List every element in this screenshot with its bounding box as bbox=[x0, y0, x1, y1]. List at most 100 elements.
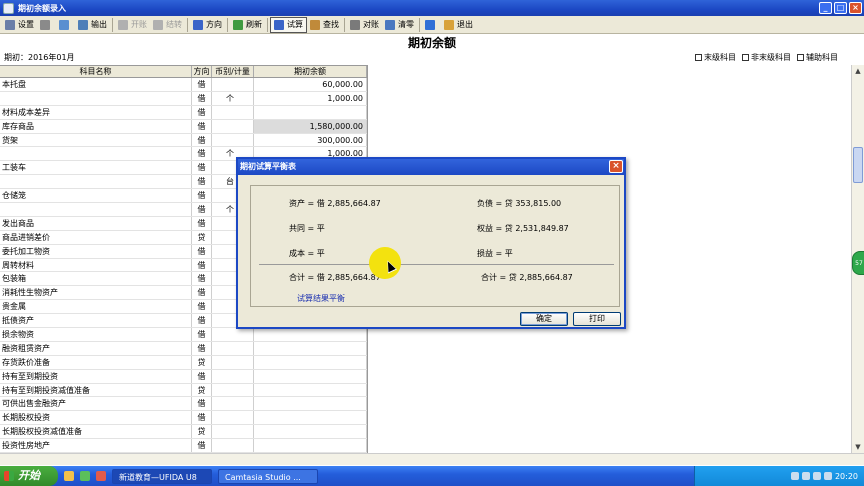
scroll-down-icon[interactable]: ▼ bbox=[852, 441, 864, 453]
cell-opening-balance[interactable] bbox=[254, 105, 367, 119]
table-row[interactable]: 货架借 300,000.00 bbox=[0, 133, 367, 148]
table-row[interactable]: 持有至到期投资借 bbox=[0, 369, 367, 384]
table-row[interactable]: 持有至到期投资减值准备贷 bbox=[0, 383, 367, 398]
table-row[interactable]: 长期股权投资减值准备贷 bbox=[0, 425, 367, 440]
settings-icon bbox=[5, 19, 15, 30]
cell-opening-balance[interactable] bbox=[254, 411, 367, 425]
header-subject-name[interactable]: 科目名称 bbox=[0, 66, 192, 77]
cell-subject-name: 消耗性生物资产 bbox=[0, 286, 192, 300]
toolbar-direction-button[interactable]: 方向 bbox=[190, 17, 225, 33]
header-opening-balance[interactable]: 期初余额 bbox=[254, 66, 367, 77]
toolbar-open-button[interactable]: 开账 bbox=[115, 17, 150, 33]
table-row[interactable]: 投资性房地产借 bbox=[0, 439, 367, 453]
assets-value: 资产 = 借 2,885,664.87 bbox=[289, 199, 381, 208]
cell-opening-balance[interactable] bbox=[254, 328, 367, 341]
toolbar-close-button[interactable]: 结转 bbox=[150, 17, 185, 33]
toolbar-refresh-button[interactable]: 刷新 bbox=[230, 17, 265, 33]
equity-value: 权益 = 贷 2,531,849.87 bbox=[477, 224, 569, 233]
total-right-value: 合计 = 贷 2,885,664.87 bbox=[481, 273, 573, 282]
cell-direction: 借 bbox=[192, 91, 212, 105]
table-row[interactable]: 借个 1,000.00 bbox=[0, 91, 367, 106]
trial-icon bbox=[274, 19, 284, 30]
cell-opening-balance[interactable] bbox=[254, 355, 367, 369]
toolbar-output-button[interactable]: 输出 bbox=[75, 17, 110, 33]
table-row[interactable]: 本托盘借 60,000.00 bbox=[0, 78, 367, 92]
ok-button[interactable]: 确定 bbox=[520, 312, 568, 326]
cell-opening-balance[interactable]: 1,000.00 bbox=[254, 91, 367, 105]
clear-icon bbox=[385, 19, 395, 30]
toolbar-trial-button[interactable]: 试算 bbox=[270, 16, 307, 33]
header-direction[interactable]: 方向 bbox=[192, 66, 212, 77]
filter-label: 非末级科目 bbox=[751, 53, 791, 62]
checkbox-icon[interactable] bbox=[742, 54, 749, 61]
filter-nonleaf-subject[interactable]: 非末级科目 bbox=[742, 52, 791, 63]
horizontal-scrollbar[interactable] bbox=[0, 453, 864, 465]
preview-icon bbox=[59, 19, 69, 30]
cell-direction: 贷 bbox=[192, 355, 212, 369]
cell-direction: 借 bbox=[192, 203, 212, 216]
filter-auxiliary-subject[interactable]: 辅助科目 bbox=[797, 52, 838, 63]
common-value: 共同 = 平 bbox=[289, 224, 325, 233]
filter-leaf-subject[interactable]: 末级科目 bbox=[695, 52, 736, 63]
quicklaunch-folder-icon[interactable] bbox=[64, 471, 74, 481]
table-row[interactable]: 长期股权投资借 bbox=[0, 411, 367, 426]
table-row[interactable]: 材料成本差异借 bbox=[0, 105, 367, 120]
cell-opening-balance[interactable] bbox=[254, 439, 367, 453]
trial-balance-dialog: 期初试算平衡表 × 资产 = 借 2,885,664.87 负债 = 贷 353… bbox=[236, 157, 626, 329]
period-label: 期初：2016年01月 bbox=[4, 53, 75, 62]
cell-unit bbox=[212, 439, 254, 453]
table-row[interactable]: 损余物资借 bbox=[0, 328, 367, 342]
cell-unit bbox=[212, 341, 254, 355]
quicklaunch-browser-icon[interactable] bbox=[80, 471, 90, 481]
cell-opening-balance[interactable] bbox=[254, 341, 367, 355]
table-row[interactable]: 存货跌价准备贷 bbox=[0, 355, 367, 370]
task-ufida[interactable]: 新道教育—UFIDA U8 bbox=[112, 468, 212, 484]
cell-opening-balance[interactable] bbox=[254, 383, 367, 397]
toolbar-reconcile-button[interactable]: 对账 bbox=[347, 17, 382, 33]
cell-opening-balance[interactable]: 300,000.00 bbox=[254, 133, 367, 147]
toolbar-help-button[interactable] bbox=[422, 17, 441, 33]
close-icon[interactable]: × bbox=[849, 2, 862, 14]
start-label: 开始 bbox=[18, 469, 40, 482]
toolbar-clear-button[interactable]: 清零 bbox=[382, 17, 417, 33]
refresh-icon bbox=[233, 19, 243, 30]
toolbar-exit-button[interactable]: 退出 bbox=[441, 17, 476, 33]
cell-opening-balance[interactable]: 60,000.00 bbox=[254, 78, 367, 91]
table-row[interactable]: 融资租赁资产借 bbox=[0, 341, 367, 356]
minimize-icon[interactable]: _ bbox=[819, 2, 832, 14]
page-title: 期初余额 bbox=[407, 36, 456, 50]
cell-opening-balance[interactable] bbox=[254, 369, 367, 383]
checkbox-icon[interactable] bbox=[797, 54, 804, 61]
cell-opening-balance[interactable] bbox=[254, 397, 367, 411]
toolbar-print-button[interactable] bbox=[37, 17, 56, 33]
tray-network-icon[interactable] bbox=[790, 472, 799, 480]
task-camtasia[interactable]: Camtasia Studio ... bbox=[218, 468, 318, 484]
cell-direction: 贷 bbox=[192, 383, 212, 397]
dialog-close-icon[interactable]: × bbox=[609, 160, 623, 173]
cell-unit bbox=[212, 133, 254, 147]
scroll-up-icon[interactable]: ▲ bbox=[852, 65, 864, 77]
toolbar-settings-button[interactable]: 设置 bbox=[2, 17, 37, 33]
maximize-icon[interactable]: □ bbox=[834, 2, 847, 14]
start-button[interactable]: 开始 bbox=[0, 466, 58, 486]
toolbar-find-button[interactable]: 查找 bbox=[307, 17, 342, 33]
divider bbox=[259, 264, 614, 265]
quicklaunch-app-icon[interactable] bbox=[96, 471, 106, 481]
cell-opening-balance[interactable] bbox=[254, 425, 367, 439]
tray-ime-icon[interactable] bbox=[823, 472, 832, 480]
cell-direction: 借 bbox=[192, 328, 212, 341]
scroll-thumb[interactable] bbox=[853, 147, 863, 183]
tray-security-icon[interactable] bbox=[812, 472, 821, 480]
toolbar-preview-button[interactable] bbox=[56, 17, 75, 33]
toolbar-label: 开账 bbox=[131, 20, 147, 29]
tray-volume-icon[interactable] bbox=[801, 472, 810, 480]
checkbox-icon[interactable] bbox=[695, 54, 702, 61]
cell-subject-name: 持有至到期投资 bbox=[0, 369, 192, 383]
cell-opening-balance[interactable]: 1,580,000.00 bbox=[254, 119, 367, 133]
cell-subject-name: 损余物资 bbox=[0, 328, 192, 341]
print-button[interactable]: 打印 bbox=[573, 312, 621, 326]
table-row[interactable]: 库存商品借 1,580,000.00 bbox=[0, 119, 367, 134]
side-badge[interactable]: 57 bbox=[852, 251, 864, 275]
header-currency-unit[interactable]: 币别/计量 bbox=[212, 66, 254, 77]
table-row[interactable]: 可供出售金融资产借 bbox=[0, 397, 367, 412]
